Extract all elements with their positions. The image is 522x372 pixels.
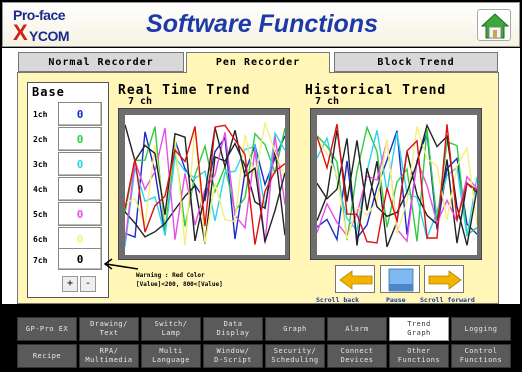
channel-value: 0 [76, 208, 84, 221]
tab-normal-recorder[interactable]: Normal Recorder [18, 52, 184, 72]
channel-value: 0 [76, 253, 84, 266]
channel-label: 7ch [33, 256, 48, 265]
realtime-channel-count: 7 ch [128, 96, 153, 107]
screen: Pro-face X YCOM Software Functions Norma… [0, 0, 522, 372]
historical-trend-graph [310, 108, 482, 260]
menu-switch-lamp[interactable]: Switch/ Lamp [141, 317, 201, 341]
decrement-button[interactable]: - [80, 276, 96, 292]
menu-alarm[interactable]: Alarm [327, 317, 387, 341]
page-title: Software Functions [146, 10, 378, 38]
warning-line-1: Warning : Red Color [136, 272, 205, 279]
arrow-left-icon [339, 270, 373, 290]
home-icon [480, 13, 510, 39]
menu-control-functions[interactable]: Control Functions [451, 344, 511, 368]
menu-trend-graph[interactable]: Trend Graph [389, 317, 449, 341]
arrow-right-icon [428, 270, 462, 290]
tab-pen-recorder[interactable]: Pen Recorder [186, 52, 330, 73]
menu-gp-pro-ex[interactable]: GP-Pro EX [17, 317, 77, 341]
menu-other-functions[interactable]: Other Functions [389, 344, 449, 368]
tab-block-trend[interactable]: Block Trend [334, 52, 498, 72]
historical-channel-count: 7 ch [315, 96, 340, 107]
channel-label: 5ch [33, 210, 48, 219]
channel-label: 4ch [33, 185, 48, 194]
warning-note: Warning : Red Color [Value]<200, 800<[Va… [136, 271, 223, 289]
menu-data-display[interactable]: Data Display [203, 317, 263, 341]
menu-recipe[interactable]: Recipe [17, 344, 77, 368]
scroll-forward-label: Scroll forward [420, 296, 475, 304]
realtime-pen-lines [124, 120, 286, 247]
scroll-forward-button[interactable] [424, 265, 464, 293]
increment-button[interactable]: + [62, 276, 78, 292]
channel-value: 0 [76, 108, 84, 121]
pause-label: Pause [386, 296, 406, 304]
channel-5-base-button[interactable]: 0 [58, 202, 102, 226]
channel-label: 3ch [33, 160, 48, 169]
channel-3-base-button[interactable]: 0 [58, 152, 102, 176]
menu-window-dscript[interactable]: Window/ D-Script [203, 344, 263, 368]
channel-value: 0 [76, 158, 84, 171]
menu-logging[interactable]: Logging [451, 317, 511, 341]
menu-security-scheduling[interactable]: Security/ Scheduling [265, 344, 325, 368]
home-button[interactable] [477, 9, 511, 41]
menu-drawing-text[interactable]: Drawing/ Text [79, 317, 139, 341]
pointer-arrow-icon [103, 258, 139, 270]
realtime-plot-area [124, 115, 286, 255]
menu-multi-language[interactable]: Multi Language [141, 344, 201, 368]
channel-label: 1ch [33, 110, 48, 119]
historical-plot-area [316, 115, 478, 255]
menu-graph[interactable]: Graph [265, 317, 325, 341]
historical-pen-lines [316, 123, 478, 248]
channel-value: 0 [76, 233, 84, 246]
pause-icon [388, 268, 414, 292]
channel-1-base-button[interactable]: 0 [58, 102, 102, 126]
menu-connect-devices[interactable]: Connect Devices [327, 344, 387, 368]
channel-value: 0 [76, 183, 84, 196]
channel-7-base-button[interactable]: 0 [58, 248, 102, 270]
base-label: Base [32, 85, 65, 99]
pause-button[interactable] [380, 265, 420, 293]
channel-2-base-button[interactable]: 0 [58, 127, 102, 151]
warning-line-2: [Value]<200, 800<[Value] [136, 281, 223, 288]
channel-label: 2ch [33, 135, 48, 144]
scroll-back-label: Scroll back [316, 296, 360, 304]
menu-rpa-multimedia[interactable]: RPA/ Multimedia [79, 344, 139, 368]
realtime-trend-graph [118, 108, 290, 260]
channel-4-base-button[interactable]: 0 [58, 177, 102, 201]
header-bar: Pro-face X YCOM Software Functions [2, 2, 520, 47]
channel-value: 0 [76, 133, 84, 146]
scroll-back-button[interactable] [335, 265, 375, 293]
channel-label: 6ch [33, 235, 48, 244]
